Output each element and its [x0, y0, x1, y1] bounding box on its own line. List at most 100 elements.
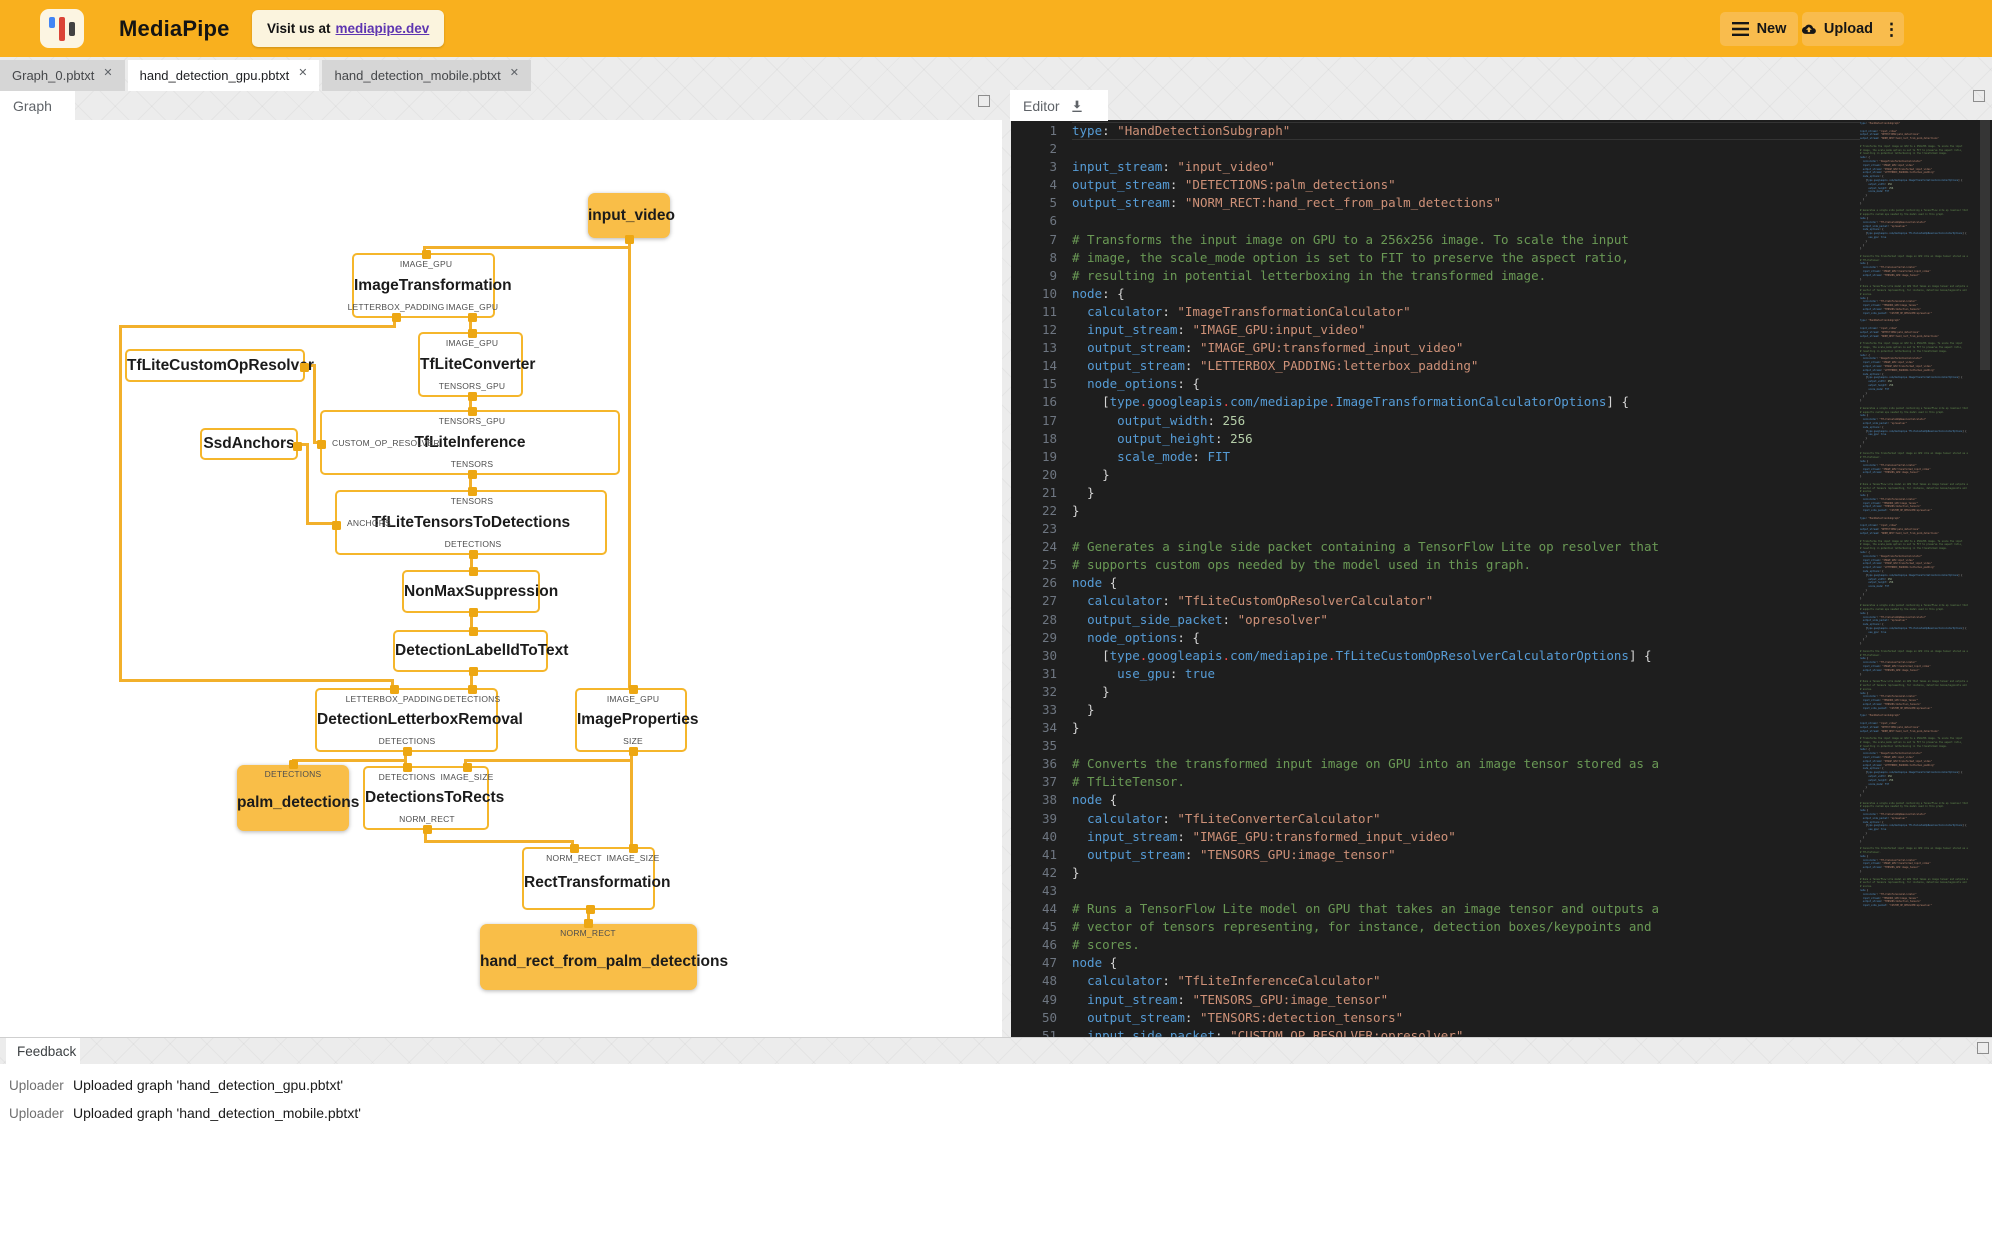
- port: [467, 469, 477, 479]
- feedback-row: Uploader Uploaded graph 'hand_detection_g…: [0, 1071, 1992, 1099]
- line-text: output_stream: "DETECTIONS:palm_detectio…: [1072, 177, 1396, 193]
- more-options-icon[interactable]: ⋮: [1883, 21, 1900, 38]
- graph-node-input_video[interactable]: input_video: [588, 193, 675, 244]
- line-text: node: {: [1072, 285, 1125, 301]
- line-text: [1072, 737, 1860, 755]
- node-title: DetectionLabelIdToText: [395, 642, 569, 659]
- mediapipe-dev-link[interactable]: mediapipe.dev: [336, 21, 430, 36]
- graph-node-DetectionsToRects[interactable]: DetectionsToRects DETECTIONS IMAGE_SIZE NOR…: [363, 762, 504, 834]
- code-line: 40 input_stream: "IMAGE_GPU:transformed_…: [1011, 828, 1860, 846]
- graph-node-NonMaxSuppression[interactable]: NonMaxSuppression: [402, 566, 558, 617]
- close-tab-icon[interactable]: ✕: [510, 66, 519, 79]
- code-line: 36 # Converts the transformed input image…: [1011, 755, 1860, 773]
- scrollbar-thumb[interactable]: [1980, 120, 1990, 370]
- feedback-message: Uploaded graph 'hand_detection_mobile.pb…: [73, 1105, 361, 1121]
- edge-segment: [627, 236, 631, 692]
- port-label: NORM_RECT: [546, 853, 602, 863]
- port: [402, 746, 412, 756]
- code-line: 23: [1011, 520, 1860, 538]
- visit-prefix: Visit us at: [267, 21, 331, 36]
- file-tab-Graph_0.pbtxt[interactable]: Graph_0.pbtxt ✕: [0, 60, 125, 91]
- port: [624, 234, 634, 244]
- graph-node-hand_rect_from_palm_detections[interactable]: hand_rect_from_palm_detections NORM_RECT: [480, 918, 728, 990]
- tab-editor[interactable]: Editor: [1010, 90, 1108, 121]
- line-text: }: [1072, 720, 1080, 736]
- line-number: 12: [1041, 322, 1057, 338]
- port: [468, 566, 478, 576]
- feedback-row: Uploader Uploaded graph 'hand_detection_m…: [0, 1099, 1992, 1127]
- code-line: 27 calculator: "TfLiteCustomOpResolverCa…: [1011, 592, 1860, 610]
- code-line: 25 # supports custom ops needed by the mo…: [1011, 556, 1860, 574]
- line-number: 34: [1041, 720, 1057, 736]
- close-tab-icon[interactable]: ✕: [103, 66, 112, 79]
- graph-node-TfLiteCustomOpResolver[interactable]: TfLiteCustomOpResolver: [125, 349, 314, 382]
- logo-bar-dark: [69, 22, 75, 36]
- editor-panel-expand-icon[interactable]: [1973, 90, 1985, 102]
- code-line: 46 # scores.: [1011, 936, 1860, 954]
- port-label: DETECTIONS: [444, 539, 502, 549]
- graph-canvas[interactable]: input_video ImageTransformation IMAGE_GPU L…: [0, 120, 1002, 1037]
- line-number: 19: [1041, 448, 1057, 464]
- file-tab-hand_detection_gpu.pbtxt[interactable]: hand_detection_gpu.pbtxt ✕: [127, 60, 320, 91]
- line-text: # vector of tensors representing, for in…: [1072, 919, 1652, 935]
- code-line: 29 node_options: {: [1011, 629, 1860, 647]
- line-text: [type.googleapis.com/mediapipe.TfLiteCus…: [1072, 647, 1652, 663]
- graph-node-ImageProperties[interactable]: ImageProperties IMAGE_GPU SIZE: [575, 684, 698, 756]
- line-text: calculator: "TfLiteConverterCalculator": [1087, 810, 1381, 826]
- line-text: output_stream: "TENSORS:detection_tensor…: [1087, 1009, 1404, 1025]
- code-line: 41 output_stream: "TENSORS_GPU:image_ten…: [1011, 846, 1860, 864]
- code-line: 19 scale_mode: FIT: [1011, 448, 1860, 466]
- node-title: palm_detections: [237, 794, 360, 812]
- logo-bar-blue: [49, 17, 55, 28]
- line-text: output_width: 256: [1117, 412, 1246, 428]
- editor-panel: 1 type: "HandDetectionSubgraph" 2 3 input_s…: [1011, 120, 1992, 1037]
- feedback-source: Uploader: [9, 1077, 64, 1093]
- line-number: 47: [1041, 955, 1057, 971]
- line-number: 1: [1049, 123, 1057, 138]
- graph-panel-expand-icon[interactable]: [978, 95, 990, 107]
- port-label: SIZE: [623, 736, 643, 746]
- graph-node-TfLiteInference[interactable]: TfLiteInference TENSORS_GPU TENSORS CUSTOM_…: [316, 406, 620, 479]
- code-line: 18 output_height: 256: [1011, 430, 1860, 448]
- graph-node-SsdAnchors[interactable]: SsdAnchors: [200, 428, 302, 460]
- graph-node-palm_detections[interactable]: palm_detections DETECTIONS: [237, 759, 360, 831]
- graph-node-TfLiteTensorsToDetections[interactable]: TfLiteTensorsToDetections TENSORS DETECTIO…: [331, 486, 607, 559]
- tab-graph[interactable]: Graph: [0, 91, 75, 121]
- port: [467, 328, 477, 338]
- code-editor[interactable]: 1 type: "HandDetectionSubgraph" 2 3 input_s…: [1011, 122, 1860, 1037]
- line-number: 3: [1049, 159, 1057, 175]
- code-line: 13 output_stream: "IMAGE_GPU:transformed…: [1011, 339, 1860, 357]
- line-text: # resulting in potential letterboxing in…: [1072, 267, 1547, 283]
- upload-button[interactable]: Upload ⋮: [1802, 12, 1904, 46]
- file-tab-hand_detection_mobile.pbtxt[interactable]: hand_detection_mobile.pbtxt ✕: [322, 60, 531, 91]
- code-line: 11 calculator: "ImageTransformationCalcu…: [1011, 303, 1860, 321]
- top-bar: MediaPipe Visit us at mediapipe.dev New …: [0, 0, 1992, 57]
- port: [467, 312, 477, 322]
- feedback-panel-expand-icon[interactable]: [1977, 1042, 1989, 1054]
- edge-segment: [312, 363, 316, 444]
- line-text: calculator: "TfLiteInferenceCalculator": [1087, 973, 1381, 989]
- node-title: input_video: [588, 206, 675, 224]
- editor-scrollbar[interactable]: [1978, 120, 1992, 1037]
- port-label: TENSORS_GPU: [438, 416, 506, 426]
- graph-node-DetectionLabelIdToText[interactable]: DetectionLabelIdToText: [393, 626, 569, 676]
- node-title: RectTransformation: [524, 874, 671, 892]
- graph-node-TfLiteConverter[interactable]: TfLiteConverter IMAGE_GPU TENSORS_GPU: [418, 328, 535, 401]
- code-line: 45 # vector of tensors representing, for …: [1011, 918, 1860, 936]
- port: [468, 607, 478, 617]
- code-line: 38 node {: [1011, 791, 1860, 809]
- file-tab-bar: Graph_0.pbtxt ✕ hand_detection_gpu.pbtxt ✕ h…: [0, 60, 534, 91]
- editor-minimap[interactable]: type: "HandDetectionSubgraph" input_stre…: [1860, 122, 1978, 1037]
- tab-feedback[interactable]: Feedback: [6, 1038, 80, 1065]
- line-number: 44: [1041, 901, 1057, 917]
- graph-node-DetectionLetterboxRemoval[interactable]: DetectionLetterboxRemoval LETTERBOX_PADDI…: [315, 684, 523, 756]
- graph-node-ImageTransformation[interactable]: ImageTransformation IMAGE_GPU LETTERBOX_PA…: [348, 249, 512, 322]
- port: [391, 312, 401, 322]
- new-button[interactable]: New: [1720, 12, 1798, 46]
- graph-node-RectTransformation[interactable]: RectTransformation NORM_RECT IMAGE_SIZE: [522, 843, 671, 914]
- download-icon[interactable]: [1069, 98, 1085, 114]
- line-number: 16: [1041, 394, 1057, 410]
- line-number: 29: [1041, 629, 1057, 645]
- close-tab-icon[interactable]: ✕: [298, 66, 307, 79]
- port-label: IMAGE_SIZE: [606, 853, 660, 863]
